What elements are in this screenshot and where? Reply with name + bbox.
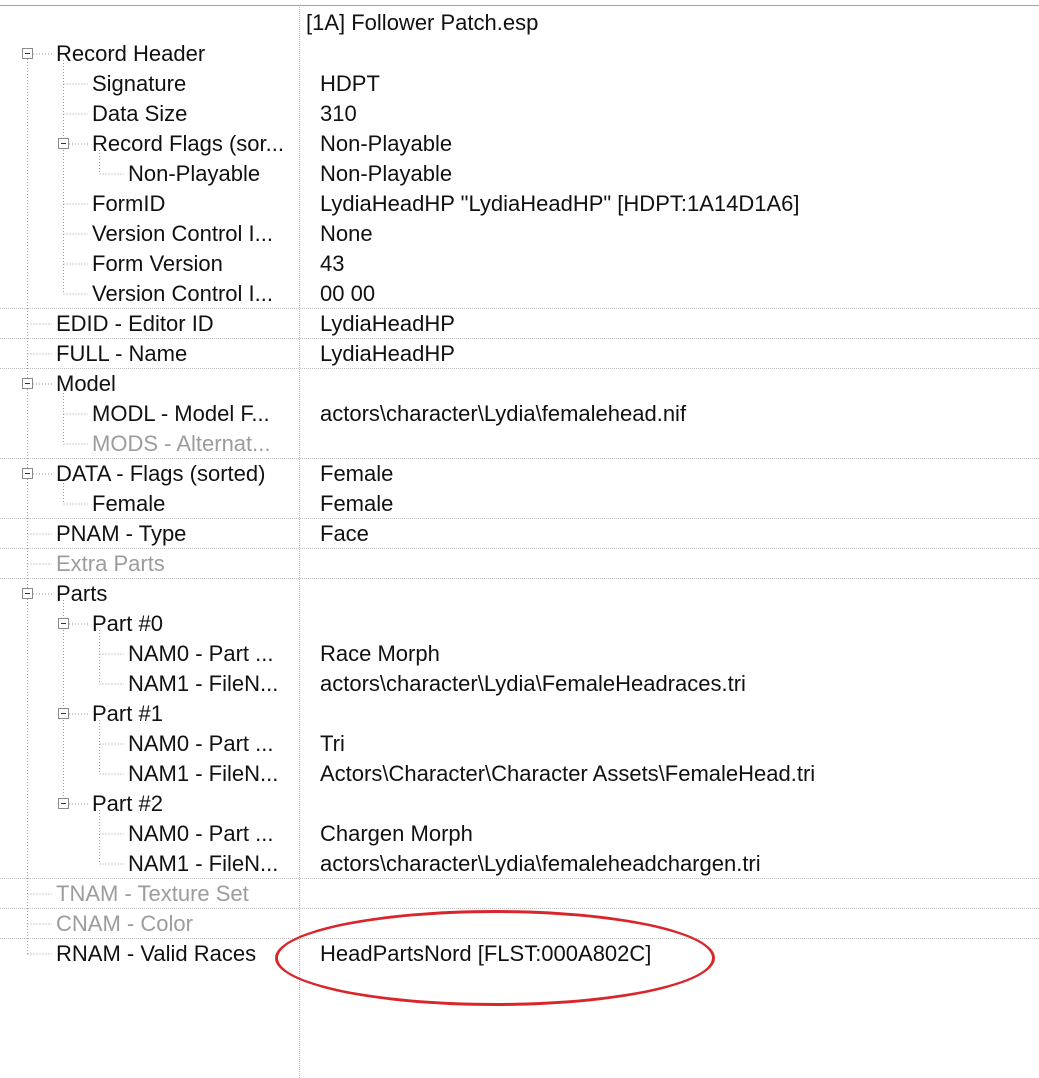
row-value: LydiaHeadHP bbox=[320, 341, 455, 366]
tree-row-data-flags[interactable]: DATA - Flags (sorted) Female bbox=[0, 459, 1039, 489]
row-label: NAM1 - FileN... bbox=[128, 761, 279, 786]
tree-row-tnam[interactable]: TNAM - Texture Set bbox=[0, 879, 1039, 909]
row-value: actors\character\Lydia\femalehead.nif bbox=[320, 401, 687, 426]
row-label: Form Version bbox=[92, 251, 223, 276]
row-label: NAM0 - Part ... bbox=[128, 821, 274, 846]
row-label: Part #0 bbox=[92, 611, 163, 636]
row-label: Female bbox=[92, 491, 166, 516]
row-label: NAM1 - FileN... bbox=[128, 671, 279, 696]
tree-row-non-playable[interactable]: Non-Playable Non-Playable bbox=[0, 159, 1039, 189]
row-value: 00 00 bbox=[320, 281, 376, 306]
tree-row-part0-nam1[interactable]: NAM1 - FileN... actors\character\Lydia\F… bbox=[0, 669, 1039, 699]
row-value: Chargen Morph bbox=[320, 821, 473, 846]
row-value: Non-Playable bbox=[320, 131, 453, 156]
tree-row-part1-nam0[interactable]: NAM0 - Part ... Tri bbox=[0, 729, 1039, 759]
row-value: actors\character\Lydia\femaleheadchargen… bbox=[320, 851, 761, 876]
red-highlight-ellipse bbox=[275, 910, 715, 1006]
tree-row-part0-nam0[interactable]: NAM0 - Part ... Race Morph bbox=[0, 639, 1039, 669]
row-label: Record Flags (sor... bbox=[92, 131, 284, 156]
row-label: DATA - Flags (sorted) bbox=[56, 461, 266, 486]
tree-row-part2-nam0[interactable]: NAM0 - Part ... Chargen Morph bbox=[0, 819, 1039, 849]
row-label: FULL - Name bbox=[56, 341, 188, 366]
row-value: Non-Playable bbox=[320, 161, 453, 186]
tree-row-version-control-1[interactable]: Version Control I... None bbox=[0, 219, 1039, 249]
row-value: None bbox=[320, 221, 373, 246]
tree-row-female[interactable]: Female Female bbox=[0, 489, 1039, 519]
row-label: Part #1 bbox=[92, 701, 163, 726]
tree-row-version-control-2[interactable]: Version Control I... 00 00 bbox=[0, 279, 1039, 309]
tree-row-pnam[interactable]: PNAM - Type Face bbox=[0, 519, 1039, 549]
row-value: Face bbox=[320, 521, 369, 546]
row-label: TNAM - Texture Set bbox=[56, 881, 249, 906]
row-value: 310 bbox=[320, 101, 357, 126]
tree-row-extra-parts[interactable]: Extra Parts bbox=[0, 549, 1039, 579]
row-label: NAM0 - Part ... bbox=[128, 731, 274, 756]
row-label: RNAM - Valid Races bbox=[56, 941, 257, 966]
row-label: Signature bbox=[92, 71, 187, 96]
row-label: MODL - Model F... bbox=[92, 401, 270, 426]
row-label: Extra Parts bbox=[56, 551, 165, 576]
row-label: Non-Playable bbox=[128, 161, 261, 186]
tree-row-formid[interactable]: FormID LydiaHeadHP "LydiaHeadHP" [HDPT:1… bbox=[0, 189, 1039, 219]
row-value: Female bbox=[320, 461, 394, 486]
row-label: FormID bbox=[92, 191, 166, 216]
row-label: PNAM - Type bbox=[56, 521, 187, 546]
record-view: [1A] Follower Patch.esp Record Header Si… bbox=[0, 0, 1039, 1078]
row-value: Female bbox=[320, 491, 394, 516]
row-value: HDPT bbox=[320, 71, 380, 96]
row-label: MODS - Alternat... bbox=[92, 431, 271, 456]
row-label: Record Header bbox=[56, 41, 206, 66]
header-divider bbox=[0, 5, 1039, 6]
row-value: LydiaHeadHP bbox=[320, 311, 455, 336]
row-value: actors\character\Lydia\FemaleHeadraces.t… bbox=[320, 671, 746, 696]
row-label: Parts bbox=[56, 581, 108, 606]
tree-row-edid[interactable]: EDID - Editor ID LydiaHeadHP bbox=[0, 309, 1039, 339]
row-label: NAM0 - Part ... bbox=[128, 641, 274, 666]
row-value: Tri bbox=[320, 731, 345, 756]
row-value: 43 bbox=[320, 251, 345, 276]
tree-row-part2-nam1[interactable]: NAM1 - FileN... actors\character\Lydia\f… bbox=[0, 849, 1039, 879]
tree-row-signature[interactable]: Signature HDPT bbox=[0, 69, 1039, 99]
row-label: Version Control I... bbox=[92, 221, 273, 246]
row-value: LydiaHeadHP "LydiaHeadHP" [HDPT:1A14D1A6… bbox=[320, 191, 800, 216]
tree-row-part-1[interactable]: Part #1 bbox=[0, 699, 1039, 729]
row-label: Part #2 bbox=[92, 791, 163, 816]
row-label: Model bbox=[56, 371, 116, 396]
file-column-header[interactable]: [1A] Follower Patch.esp bbox=[306, 8, 538, 38]
tree-row-form-version[interactable]: Form Version 43 bbox=[0, 249, 1039, 279]
row-value: Race Morph bbox=[320, 641, 440, 666]
tree-row-record-flags[interactable]: Record Flags (sor... Non-Playable bbox=[0, 129, 1039, 159]
row-value: Actors\Character\Character Assets\Female… bbox=[320, 761, 816, 786]
row-label: EDID - Editor ID bbox=[56, 311, 214, 336]
tree-row-part-0[interactable]: Part #0 bbox=[0, 609, 1039, 639]
tree-row-full-name[interactable]: FULL - Name LydiaHeadHP bbox=[0, 339, 1039, 369]
tree-row-modl[interactable]: MODL - Model F... actors\character\Lydia… bbox=[0, 399, 1039, 429]
tree-row-record-header[interactable]: Record Header bbox=[0, 39, 1039, 69]
tree-row-parts[interactable]: Parts bbox=[0, 579, 1039, 609]
row-label: Data Size bbox=[92, 101, 188, 126]
tree-row-mods[interactable]: MODS - Alternat... bbox=[0, 429, 1039, 459]
row-label: CNAM - Color bbox=[56, 911, 193, 936]
row-label: Version Control I... bbox=[92, 281, 273, 306]
row-label: NAM1 - FileN... bbox=[128, 851, 279, 876]
tree-row-part-2[interactable]: Part #2 bbox=[0, 789, 1039, 819]
tree-row-data-size[interactable]: Data Size 310 bbox=[0, 99, 1039, 129]
tree-row-model[interactable]: Model bbox=[0, 369, 1039, 399]
tree-row-part1-nam1[interactable]: NAM1 - FileN... Actors\Character\Charact… bbox=[0, 759, 1039, 789]
